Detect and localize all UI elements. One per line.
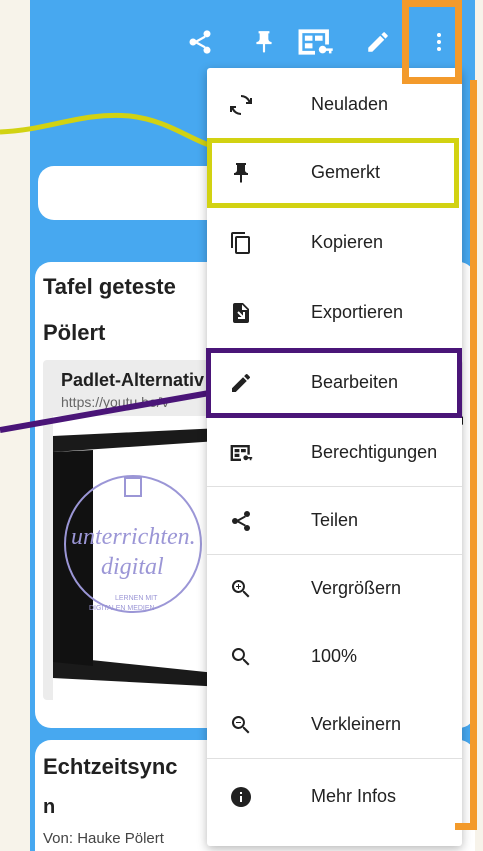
annotation-box-pinned: [207, 138, 459, 208]
menu-item-label: Teilen: [311, 510, 359, 530]
menu-item-copy[interactable]: Kopieren: [207, 210, 462, 276]
copy-icon: [229, 231, 253, 255]
permissions-icon: [229, 441, 253, 465]
zoom-reset-icon: [229, 645, 253, 669]
annotation-box-more: [402, 0, 462, 84]
menu-divider: [207, 486, 462, 487]
menu-item-zoom-out[interactable]: Verkleinern: [207, 692, 462, 758]
menu-item-label: Exportieren: [311, 302, 404, 322]
menu-item-zoom-reset[interactable]: 100%: [207, 624, 462, 690]
menu-item-share[interactable]: Teilen: [207, 488, 462, 554]
menu-divider: [207, 554, 462, 555]
reload-icon: [229, 93, 253, 117]
zoom-out-icon: [229, 713, 253, 737]
menu-item-label: Neuladen: [311, 94, 389, 114]
annotation-box-edit: [206, 348, 462, 418]
zoom-in-icon: [229, 577, 253, 601]
menu-item-label: 100%: [311, 646, 358, 666]
menu-divider: [207, 758, 462, 759]
menu-item-label: Verkleinern: [311, 714, 402, 734]
menu-item-permissions[interactable]: Berechtigungen: [207, 420, 462, 486]
share-icon: [229, 509, 253, 533]
menu-item-zoom-in[interactable]: Vergrößern: [207, 556, 462, 622]
menu-item-label: Vergrößern: [311, 578, 402, 598]
menu-item-label: Mehr Infos: [311, 786, 397, 806]
export-icon: [229, 301, 253, 325]
menu-item-label: Kopieren: [311, 232, 384, 252]
menu-item-label: Berechtigungen: [311, 442, 438, 462]
menu-item-export[interactable]: Exportieren: [207, 280, 462, 346]
menu-item-more-info[interactable]: Mehr Infos: [207, 764, 462, 830]
info-icon: [229, 785, 253, 809]
